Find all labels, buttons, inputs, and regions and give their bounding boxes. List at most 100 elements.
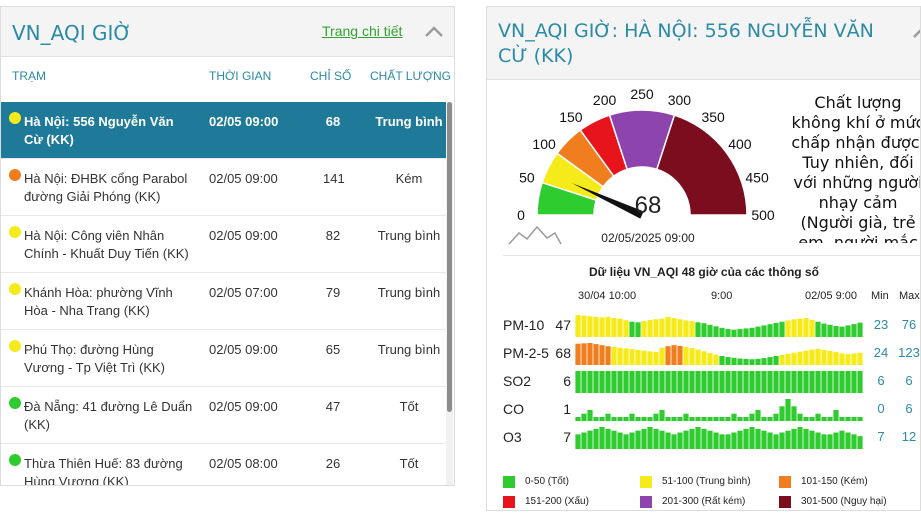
hourly-bar[interactable] [833, 432, 839, 450]
hourly-bar[interactable] [653, 319, 659, 337]
hourly-bar[interactable] [719, 434, 725, 449]
hourly-bar[interactable] [827, 417, 833, 421]
hourly-bar[interactable] [671, 318, 677, 337]
chevron-up-icon[interactable] [911, 25, 921, 41]
hourly-bar[interactable] [803, 428, 809, 449]
hourly-bar[interactable] [845, 417, 851, 421]
hourly-bar[interactable] [653, 413, 659, 421]
hourly-bar[interactable] [587, 343, 593, 365]
hourly-bar[interactable] [791, 371, 797, 393]
hourly-bar[interactable] [593, 316, 599, 337]
hourly-bar[interactable] [833, 371, 839, 393]
hourly-bar[interactable] [605, 316, 611, 337]
hourly-bar[interactable] [755, 358, 761, 365]
hourly-bar[interactable] [635, 371, 641, 393]
hourly-bar[interactable] [755, 326, 761, 337]
hourly-bar[interactable] [653, 352, 659, 365]
hourly-bar[interactable] [665, 346, 671, 365]
hourly-bar[interactable] [839, 326, 845, 337]
hourly-bar[interactable] [587, 410, 593, 421]
hourly-bar[interactable] [821, 417, 827, 421]
hourly-bar[interactable] [701, 323, 707, 337]
hourly-bar[interactable] [677, 432, 683, 450]
hourly-bar[interactable] [737, 358, 743, 365]
hourly-bar[interactable] [689, 321, 695, 337]
hourly-bar[interactable] [767, 324, 773, 337]
hourly-bar[interactable] [587, 316, 593, 337]
hourly-bar[interactable] [593, 428, 599, 449]
hourly-bar[interactable] [857, 436, 863, 449]
hourly-bar[interactable] [593, 344, 599, 365]
hourly-bar[interactable] [803, 371, 809, 393]
hourly-bar[interactable] [707, 324, 713, 337]
hourly-bar[interactable] [737, 329, 743, 337]
hourly-bar[interactable] [713, 326, 719, 337]
hourly-bar[interactable] [575, 434, 581, 449]
hourly-bar[interactable] [605, 371, 611, 393]
hourly-bar[interactable] [581, 315, 587, 337]
hourly-bar[interactable] [833, 352, 839, 365]
hourly-bar[interactable] [635, 430, 641, 449]
hourly-bar[interactable] [719, 371, 725, 393]
hourly-bar[interactable] [635, 322, 641, 337]
hourly-bar[interactable] [647, 351, 653, 365]
hourly-bar[interactable] [647, 319, 653, 337]
hourly-bar[interactable] [827, 324, 833, 337]
table-row[interactable]: Đà Nẵng: 41 đường Lê Duẩn (KK) 02/05 09:0… [1, 387, 446, 444]
hourly-bar[interactable] [743, 428, 749, 449]
hourly-bar[interactable] [797, 413, 803, 421]
hourly-bar[interactable] [695, 417, 701, 421]
hourly-bar[interactable] [827, 350, 833, 365]
hourly-bar[interactable] [683, 413, 689, 421]
hourly-bar[interactable] [713, 417, 719, 421]
hourly-bar[interactable] [617, 347, 623, 365]
hourly-bar[interactable] [707, 353, 713, 365]
hourly-bar[interactable] [785, 399, 791, 421]
hourly-bar[interactable] [749, 327, 755, 337]
hourly-bar[interactable] [731, 371, 737, 393]
hourly-bar[interactable] [665, 432, 671, 450]
hourly-bar[interactable] [785, 371, 791, 393]
hourly-bar[interactable] [665, 316, 671, 337]
hourly-bar[interactable] [851, 434, 857, 449]
hourly-bar[interactable] [725, 417, 731, 421]
hourly-bar[interactable] [701, 351, 707, 365]
hourly-bar[interactable] [713, 371, 719, 393]
hourly-bar[interactable] [761, 417, 767, 421]
hourly-bar[interactable] [761, 358, 767, 365]
hourly-bar[interactable] [731, 329, 737, 337]
hourly-bar[interactable] [659, 318, 665, 337]
hourly-bar[interactable] [785, 430, 791, 449]
hourly-bar[interactable] [617, 318, 623, 337]
hourly-bar[interactable] [815, 432, 821, 450]
hourly-bar[interactable] [659, 430, 665, 449]
hourly-bar[interactable] [629, 413, 635, 421]
hourly-bar[interactable] [647, 427, 653, 449]
hourly-bar[interactable] [605, 428, 611, 449]
hourly-bar[interactable] [695, 349, 701, 365]
hourly-bar[interactable] [725, 357, 731, 365]
hourly-bar[interactable] [683, 346, 689, 365]
hourly-bar[interactable] [725, 329, 731, 337]
hourly-bar[interactable] [653, 428, 659, 449]
hourly-bar[interactable] [617, 432, 623, 450]
table-row[interactable]: Phú Thọ: đường Hùng Vương - Tp Việt Trì … [1, 330, 446, 387]
hourly-bar[interactable] [857, 417, 863, 421]
hourly-bar[interactable] [689, 371, 695, 393]
hourly-bar[interactable] [797, 318, 803, 337]
hourly-bar[interactable] [839, 371, 845, 393]
hourly-bar[interactable] [821, 323, 827, 337]
hourly-bar[interactable] [845, 371, 851, 393]
hourly-bar[interactable] [773, 413, 779, 421]
hourly-bar[interactable] [851, 324, 857, 337]
hourly-bar[interactable] [719, 327, 725, 337]
hourly-bar[interactable] [767, 417, 773, 421]
hourly-bar[interactable] [593, 417, 599, 421]
hourly-bar[interactable] [695, 322, 701, 337]
hourly-bar[interactable] [665, 417, 671, 421]
hourly-bar[interactable] [701, 371, 707, 393]
hourly-bar[interactable] [851, 371, 857, 393]
hourly-bar[interactable] [617, 371, 623, 393]
hourly-bar[interactable] [641, 350, 647, 365]
hourly-bar[interactable] [635, 417, 641, 421]
